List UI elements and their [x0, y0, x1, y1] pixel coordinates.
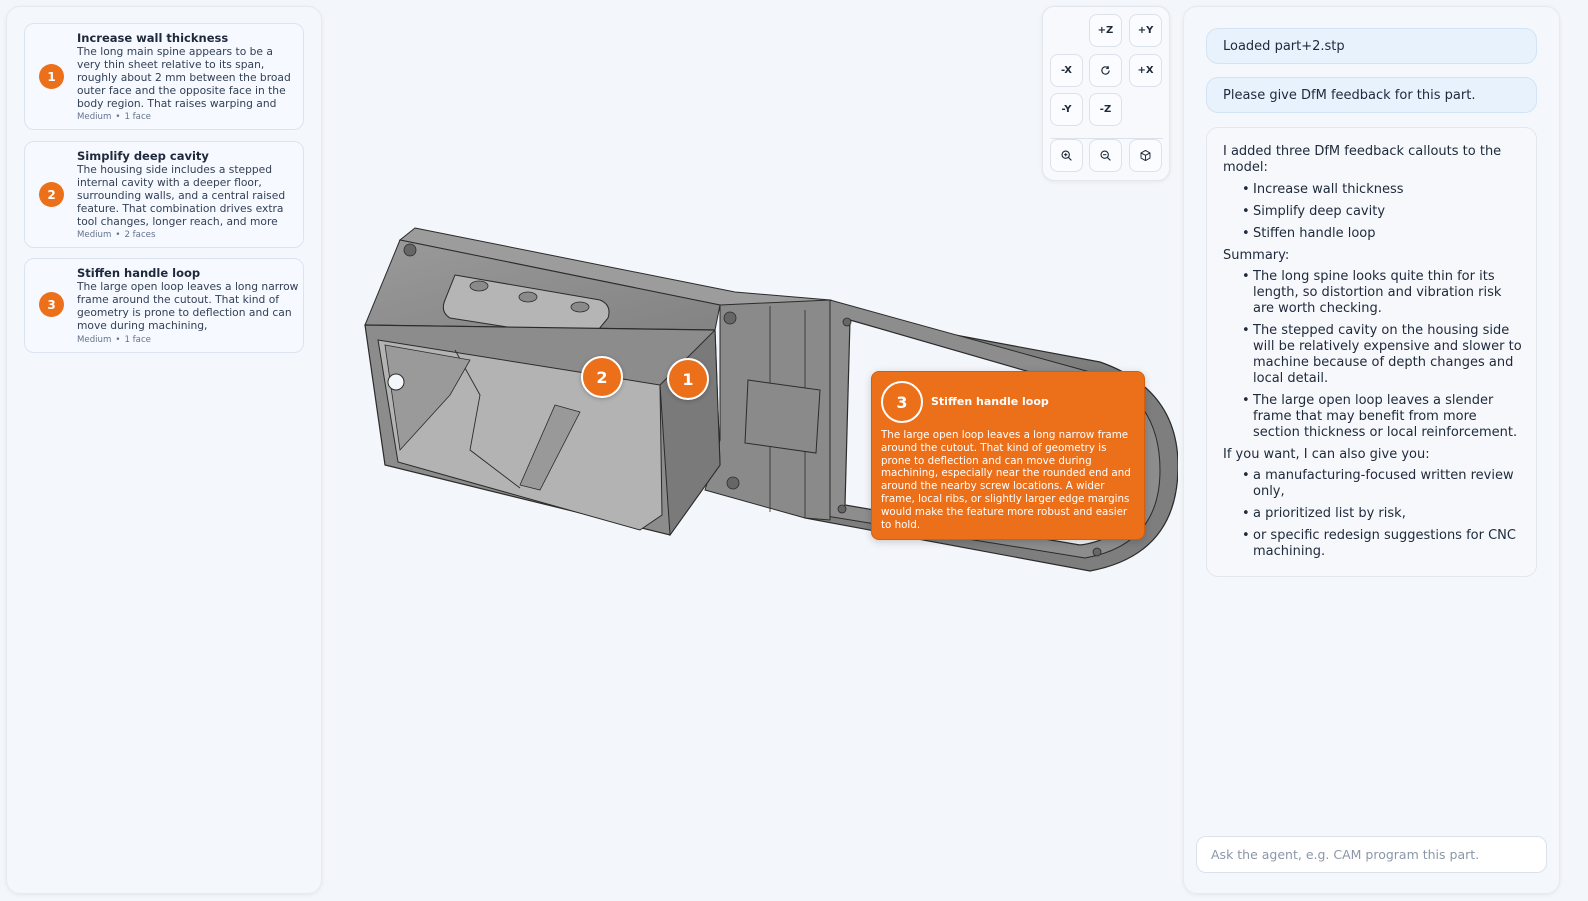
iso-view-button[interactable]	[1129, 139, 1162, 172]
issue-meta: Medium • 1 face	[77, 112, 151, 122]
issue-callout-3[interactable]: 3 Stiffen handle loop The large open loo…	[871, 371, 1145, 540]
issues-panel: 1 Increase wall thickness The long main …	[6, 6, 322, 894]
list-item: a manufacturing-focused written review o…	[1242, 468, 1526, 500]
issue-severity: Medium	[77, 230, 112, 240]
issue-faces: 2 faces	[124, 230, 156, 240]
user-message: Loaded part+2.stp	[1206, 28, 1537, 64]
view-plus-y-button[interactable]: +Y	[1129, 14, 1162, 47]
user-message: Please give DfM feedback for this part.	[1206, 77, 1537, 113]
agent-message: I added three DfM feedback callouts to t…	[1206, 127, 1537, 577]
issue-faces: 1 face	[124, 335, 151, 345]
issue-card-2[interactable]: 2 Simplify deep cavity The housing side …	[24, 141, 304, 248]
reset-view-icon	[1101, 65, 1110, 75]
offer-list: a manufacturing-focused written review o…	[1223, 468, 1526, 560]
issue-faces: 1 face	[124, 112, 151, 122]
list-item: Simplify deep cavity	[1242, 204, 1526, 220]
chat-input[interactable]	[1196, 836, 1547, 873]
issue-number-badge: 3	[39, 292, 64, 317]
callout-number: 3	[881, 381, 923, 423]
issue-number-badge: 2	[39, 182, 64, 207]
iso-view-icon	[1140, 149, 1151, 162]
callout-body: The large open loop leaves a long narrow…	[881, 429, 1131, 531]
issue-description: The long main spine appears to be a very…	[77, 46, 291, 110]
issue-description: The housing side includes a stepped inte…	[77, 164, 286, 228]
issue-description: The large open loop leaves a long narrow…	[77, 281, 299, 332]
agent-intro: I added three DfM feedback callouts to t…	[1223, 144, 1502, 175]
issue-meta: Medium • 1 face	[77, 335, 151, 345]
issue-title: Stiffen handle loop	[77, 266, 201, 280]
list-item: or specific redesign suggestions for CNC…	[1242, 528, 1526, 560]
zoom-in-icon	[1061, 150, 1072, 161]
list-item: Stiffen handle loop	[1242, 226, 1526, 242]
issue-number-badge: 1	[39, 64, 64, 89]
list-item: The large open loop leaves a slender fra…	[1242, 393, 1526, 441]
summary-list: The long spine looks quite thin for its …	[1223, 269, 1526, 440]
offer-label: If you want, I can also give you:	[1223, 446, 1430, 462]
list-item: Increase wall thickness	[1242, 182, 1526, 198]
list-item: The stepped cavity on the housing side w…	[1242, 323, 1526, 387]
issue-title: Increase wall thickness	[77, 31, 229, 45]
view-toolbar: +Z +Y -X +X -Y -Z	[1042, 6, 1170, 181]
list-item: a prioritized list by risk,	[1242, 506, 1526, 522]
issue-severity: Medium	[77, 335, 112, 345]
callout-list: Increase wall thickness Simplify deep ca…	[1223, 182, 1526, 242]
callout-title: Stiffen handle loop	[931, 395, 1049, 408]
zoom-out-button[interactable]	[1089, 139, 1122, 172]
zoom-out-icon	[1100, 150, 1111, 161]
zoom-in-button[interactable]	[1050, 139, 1083, 172]
agent-chat-panel: Loaded part+2.stp Please give DfM feedba…	[1183, 6, 1560, 894]
view-minus-y-button[interactable]: -Y	[1050, 93, 1083, 126]
issue-marker-2[interactable]: 2	[581, 356, 623, 398]
view-minus-x-button[interactable]: -X	[1050, 54, 1083, 87]
issue-card-3[interactable]: 3 Stiffen handle loop The large open loo…	[24, 258, 304, 353]
issue-card-1[interactable]: 1 Increase wall thickness The long main …	[24, 23, 304, 130]
view-minus-z-button[interactable]: -Z	[1089, 93, 1122, 126]
view-plus-x-button[interactable]: +X	[1129, 54, 1162, 87]
reset-view-button[interactable]	[1089, 54, 1122, 87]
summary-label: Summary:	[1223, 247, 1290, 263]
issue-marker-1[interactable]: 1	[667, 358, 709, 400]
issue-severity: Medium	[77, 112, 112, 122]
issue-meta: Medium • 2 faces	[77, 230, 156, 240]
view-plus-z-button[interactable]: +Z	[1089, 14, 1122, 47]
list-item: The long spine looks quite thin for its …	[1242, 269, 1526, 317]
issue-title: Simplify deep cavity	[77, 149, 209, 163]
